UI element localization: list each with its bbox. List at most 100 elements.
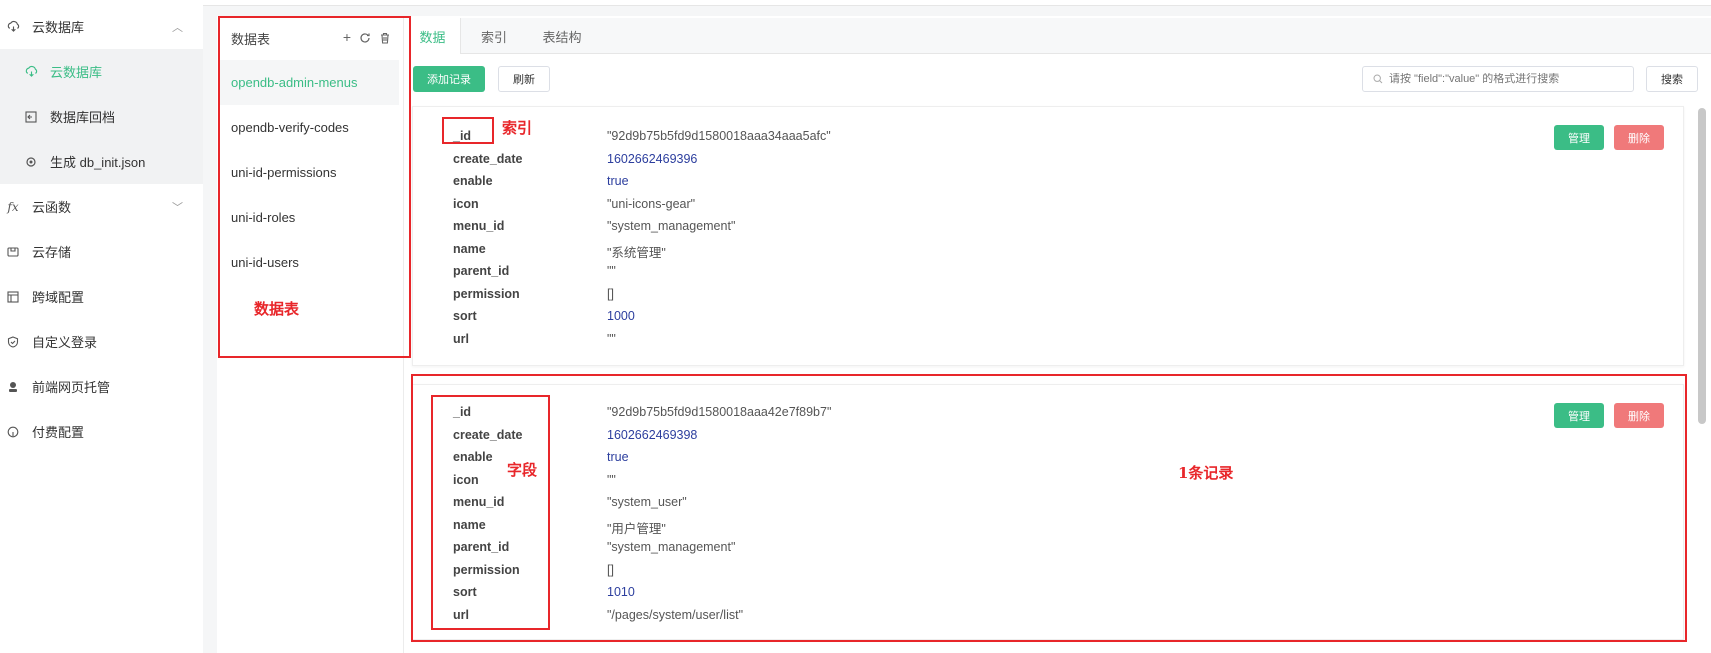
search-icon (1373, 74, 1383, 84)
field-value: 1602662469398 (607, 427, 698, 442)
search-box (1362, 66, 1634, 92)
nav-label: 生成 db_init.json (50, 155, 146, 170)
field-value: "system_management" (607, 219, 736, 233)
field-key: url (453, 331, 469, 346)
table-tools: + (343, 29, 391, 47)
add-table-icon[interactable]: + (343, 29, 351, 47)
tab-schema[interactable]: 表结构 (528, 18, 596, 54)
field-value: "系统管理" (607, 245, 666, 260)
table-item-uni-id-permissions[interactable]: uni-id-permissions (219, 150, 399, 195)
field-value: "uni-icons-gear" (607, 196, 696, 211)
field-key: name (453, 517, 486, 532)
tab-data[interactable]: 数据 (405, 18, 461, 54)
annotation-index-label: 索引 (502, 119, 533, 137)
table-list-header: 数据表 + (231, 26, 391, 50)
nav-cloud-database-sub[interactable]: 云数据库 (0, 49, 203, 94)
chevron-up-icon: ︿ (172, 22, 183, 34)
nav-label: 自定义登录 (32, 335, 98, 350)
nav-label: 云数据库 (50, 65, 103, 80)
field-value: "" (607, 264, 616, 278)
nav-cloud-database[interactable]: 云数据库 ︿ (0, 4, 203, 49)
field-key: enable (453, 174, 493, 188)
fx-icon: fx (7, 199, 19, 214)
field-key: create_date (453, 151, 523, 166)
side-nav: 云数据库 ︿ 云数据库 数据库回档 生成 db_init.json fx 云函数… (0, 0, 203, 653)
field-key: name (453, 241, 486, 256)
nav-generate-db-init[interactable]: 生成 db_init.json (0, 139, 203, 184)
annotation-record-label: 1条记录 (1178, 464, 1234, 482)
field-value: [] (607, 286, 614, 301)
record-card: 管理 删除 _id "92d9b75b5fd9d1580018aaa34aaa5a… (412, 106, 1684, 366)
field-key: _id (453, 129, 472, 143)
field-value: "" (607, 331, 616, 346)
nav-custom-login[interactable]: 自定义登录 (0, 319, 203, 364)
nav-database-rollback[interactable]: 数据库回档 (0, 94, 203, 139)
table-item-opendb-admin-menus[interactable]: opendb-admin-menus (219, 60, 399, 105)
scrollbar[interactable] (1698, 108, 1706, 424)
table-item-uni-id-users[interactable]: uni-id-users (219, 240, 399, 285)
field-key: _id (453, 405, 472, 419)
generate-icon (24, 155, 38, 169)
nav-payment-config[interactable]: 付费配置 (0, 409, 203, 454)
search-input[interactable] (1389, 73, 1629, 85)
cloud-database-icon (6, 20, 20, 34)
cloud-database-icon (24, 65, 38, 79)
field-key: sort (453, 585, 477, 599)
field-key: url (453, 607, 469, 622)
delete-table-icon[interactable] (379, 29, 391, 47)
field-key: enable (453, 450, 493, 464)
nav-label: 付费配置 (32, 425, 85, 440)
table-item-uni-id-roles[interactable]: uni-id-roles (219, 195, 399, 240)
field-value: 1010 (607, 585, 635, 599)
nav-cloud-storage[interactable]: 云存储 (0, 229, 203, 274)
field-value: 1000 (607, 309, 635, 323)
nav-label: 云存储 (32, 245, 72, 260)
field-key: sort (453, 309, 477, 323)
rollback-icon (24, 110, 38, 124)
manage-button[interactable]: 管理 (1554, 403, 1604, 428)
field-value: "" (607, 472, 616, 487)
field-value: "92d9b75b5fd9d1580018aaa42e7f89b7" (607, 405, 832, 419)
field-value: true (607, 174, 629, 188)
field-value: true (607, 450, 629, 464)
record-card: 管理 删除 _id "92d9b75b5fd9d1580018aaa42e7f89… (412, 384, 1684, 640)
add-record-button[interactable]: 添加记录 (413, 66, 485, 92)
delete-button[interactable]: 删除 (1614, 403, 1664, 428)
field-value: [] (607, 562, 614, 577)
field-key: icon (453, 196, 479, 211)
nav-label: 数据库回档 (50, 110, 116, 125)
field-value: "system_user" (607, 495, 687, 509)
nav-cloud-function[interactable]: fx 云函数 ﹀ (0, 184, 203, 229)
field-value: "92d9b75b5fd9d1580018aaa34aaa5afc" (607, 129, 831, 143)
nav-label: 前端网页托管 (32, 380, 111, 395)
field-value: "/pages/system/user/list" (607, 607, 744, 622)
chevron-down-icon: ﹀ (172, 202, 183, 214)
storage-icon (6, 245, 20, 259)
nav-label: 云数据库 (32, 20, 85, 35)
field-value: "用户管理" (607, 521, 666, 536)
table-item-opendb-verify-codes[interactable]: opendb-verify-codes (219, 105, 399, 150)
field-value: 1602662469396 (607, 151, 698, 166)
table-list-title: 数据表 (231, 31, 271, 47)
refresh-icon[interactable] (359, 29, 371, 47)
nav-cross-domain[interactable]: 跨域配置 (0, 274, 203, 319)
field-key: parent_id (453, 264, 510, 278)
field-key: menu_id (453, 219, 505, 233)
annotation-field-label: 字段 (507, 461, 538, 479)
field-value: "system_management" (607, 540, 736, 554)
field-key: parent_id (453, 540, 510, 554)
nav-label: 云函数 (32, 200, 72, 215)
delete-button[interactable]: 删除 (1614, 125, 1664, 150)
tab-index[interactable]: 索引 (468, 18, 520, 54)
field-key: menu_id (453, 495, 505, 509)
hosting-icon (6, 380, 20, 394)
annotation-tables-label: 数据表 (254, 300, 300, 318)
nav-label: 跨域配置 (32, 290, 85, 305)
top-strip (203, 0, 1711, 6)
refresh-button[interactable]: 刷新 (498, 66, 550, 92)
search-button[interactable]: 搜索 (1646, 66, 1698, 92)
nav-web-hosting[interactable]: 前端网页托管 (0, 364, 203, 409)
manage-button[interactable]: 管理 (1554, 125, 1604, 150)
shield-icon (6, 335, 20, 349)
field-key: permission (453, 286, 520, 301)
